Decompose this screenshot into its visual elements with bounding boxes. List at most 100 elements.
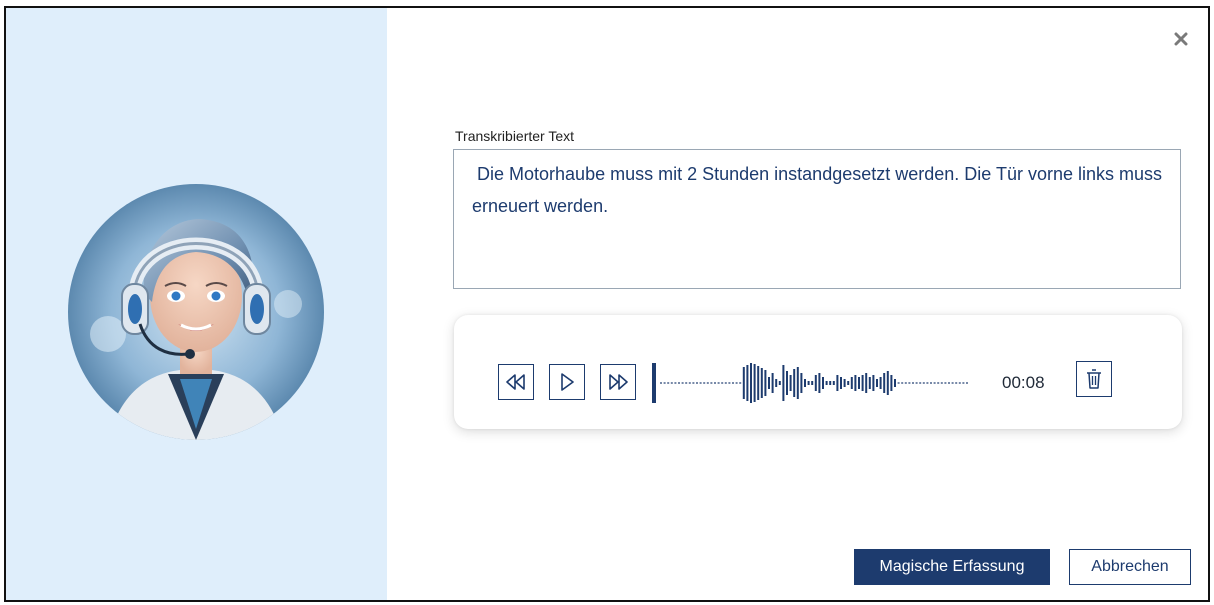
waveform-bar <box>760 368 763 398</box>
waveform-bar <box>894 379 896 387</box>
waveform-bar <box>800 373 803 393</box>
waveform-bar <box>847 381 850 385</box>
waveform-bar <box>872 375 875 391</box>
waveform-bar <box>714 382 716 384</box>
magic-capture-button[interactable]: Magische Erfassung <box>854 549 1050 585</box>
waveform-bar <box>782 365 785 401</box>
rewind-button[interactable] <box>498 364 534 400</box>
close-icon <box>1174 32 1188 46</box>
waveform-bar <box>732 382 734 384</box>
waveform-bar <box>890 375 893 391</box>
assistant-avatar-image <box>68 184 324 440</box>
waveform-bar <box>850 377 853 389</box>
waveform-bar <box>948 382 950 384</box>
waveform-bar <box>746 365 749 401</box>
audio-player: 00:08 <box>454 315 1182 429</box>
fast-forward-icon <box>609 374 628 390</box>
waveform-bar <box>696 382 698 384</box>
waveform-bar <box>940 382 943 384</box>
waveform-bar <box>966 382 968 384</box>
play-button[interactable] <box>549 364 585 400</box>
waveform-bar <box>778 381 781 385</box>
delete-recording-button[interactable] <box>1076 361 1112 397</box>
waveform-bar <box>742 367 745 399</box>
waveform-bar <box>814 375 817 391</box>
waveform-bar <box>728 382 731 384</box>
waveform-bar <box>904 382 907 384</box>
waveform-bar <box>955 382 958 384</box>
waveform-bar <box>757 366 760 400</box>
waveform-bar <box>858 377 860 389</box>
play-icon <box>561 373 574 391</box>
waveform-bar <box>703 382 706 384</box>
waveform-bar <box>721 382 724 384</box>
waveform-bar <box>692 382 695 384</box>
waveform-seekbar[interactable] <box>652 361 988 405</box>
waveform-bar <box>674 382 677 384</box>
waveform-bar <box>865 373 868 393</box>
waveform-bar <box>789 375 792 391</box>
playback-time: 00:08 <box>1002 373 1045 392</box>
assistant-avatar <box>68 184 324 440</box>
waveform-bar <box>793 369 796 397</box>
waveform-bar <box>962 382 965 384</box>
waveform-bar <box>663 382 666 384</box>
waveform-bar <box>922 382 925 384</box>
waveform-bar <box>706 382 709 384</box>
waveform-bar <box>836 375 839 391</box>
waveform-bar <box>868 377 871 389</box>
waveform-bar <box>861 375 864 391</box>
waveform-bar <box>681 382 684 384</box>
waveform-bar <box>840 377 842 389</box>
waveform-bar <box>926 382 929 384</box>
waveform-bar <box>919 382 922 384</box>
waveform-bar <box>915 382 918 384</box>
waveform-bar <box>796 367 799 399</box>
waveform-bar <box>825 381 828 385</box>
trash-icon <box>1087 369 1101 389</box>
waveform-bar <box>944 382 947 384</box>
waveform-bar <box>768 377 770 389</box>
waveform-bar <box>724 382 727 384</box>
waveform-bar <box>667 382 670 384</box>
waveform-bar <box>717 382 720 384</box>
waveform-bar <box>832 381 835 385</box>
waveform-bar <box>699 382 702 384</box>
waveform-bar <box>735 382 738 384</box>
waveform-bar <box>775 379 778 387</box>
waveform-bar <box>764 370 767 396</box>
waveform-bar <box>933 382 936 384</box>
left-panel <box>6 8 387 600</box>
fast-forward-button[interactable] <box>600 364 636 400</box>
waveform-bar <box>753 364 756 402</box>
waveform-bar <box>883 373 886 393</box>
transcript-textarea[interactable]: Die Motorhaube muss mit 2 Stunden instan… <box>453 149 1181 289</box>
playhead[interactable] <box>652 363 656 403</box>
waveform-bar <box>771 373 774 393</box>
waveform-bar <box>786 371 788 395</box>
waveform-bar <box>670 382 673 384</box>
voice-capture-dialog: Transkribierter Text Die Motorhaube muss… <box>4 6 1210 602</box>
waveform-bar <box>811 381 814 385</box>
waveform-bar <box>660 382 662 384</box>
waveform-bar <box>804 379 806 387</box>
waveform-bar <box>908 382 911 384</box>
waveform-bar <box>901 382 904 384</box>
waveform-bar <box>912 382 914 384</box>
close-button[interactable] <box>1170 28 1192 50</box>
waveform-bar <box>807 381 810 385</box>
waveform-bar <box>876 379 878 387</box>
waveform-bar <box>829 381 832 385</box>
waveform-bar <box>958 382 961 384</box>
rewind-icon <box>506 374 525 390</box>
waveform-bar <box>930 382 932 384</box>
waveform-bar <box>678 382 680 384</box>
waveform-bar <box>685 382 688 384</box>
waveform-bar <box>886 371 889 395</box>
waveform-bar <box>818 373 821 393</box>
cancel-button[interactable]: Abbrechen <box>1069 549 1191 585</box>
waveform-bar <box>710 382 713 384</box>
waveform-bar <box>688 382 691 384</box>
waveform-bar <box>951 382 954 384</box>
waveform-bar <box>843 379 846 387</box>
